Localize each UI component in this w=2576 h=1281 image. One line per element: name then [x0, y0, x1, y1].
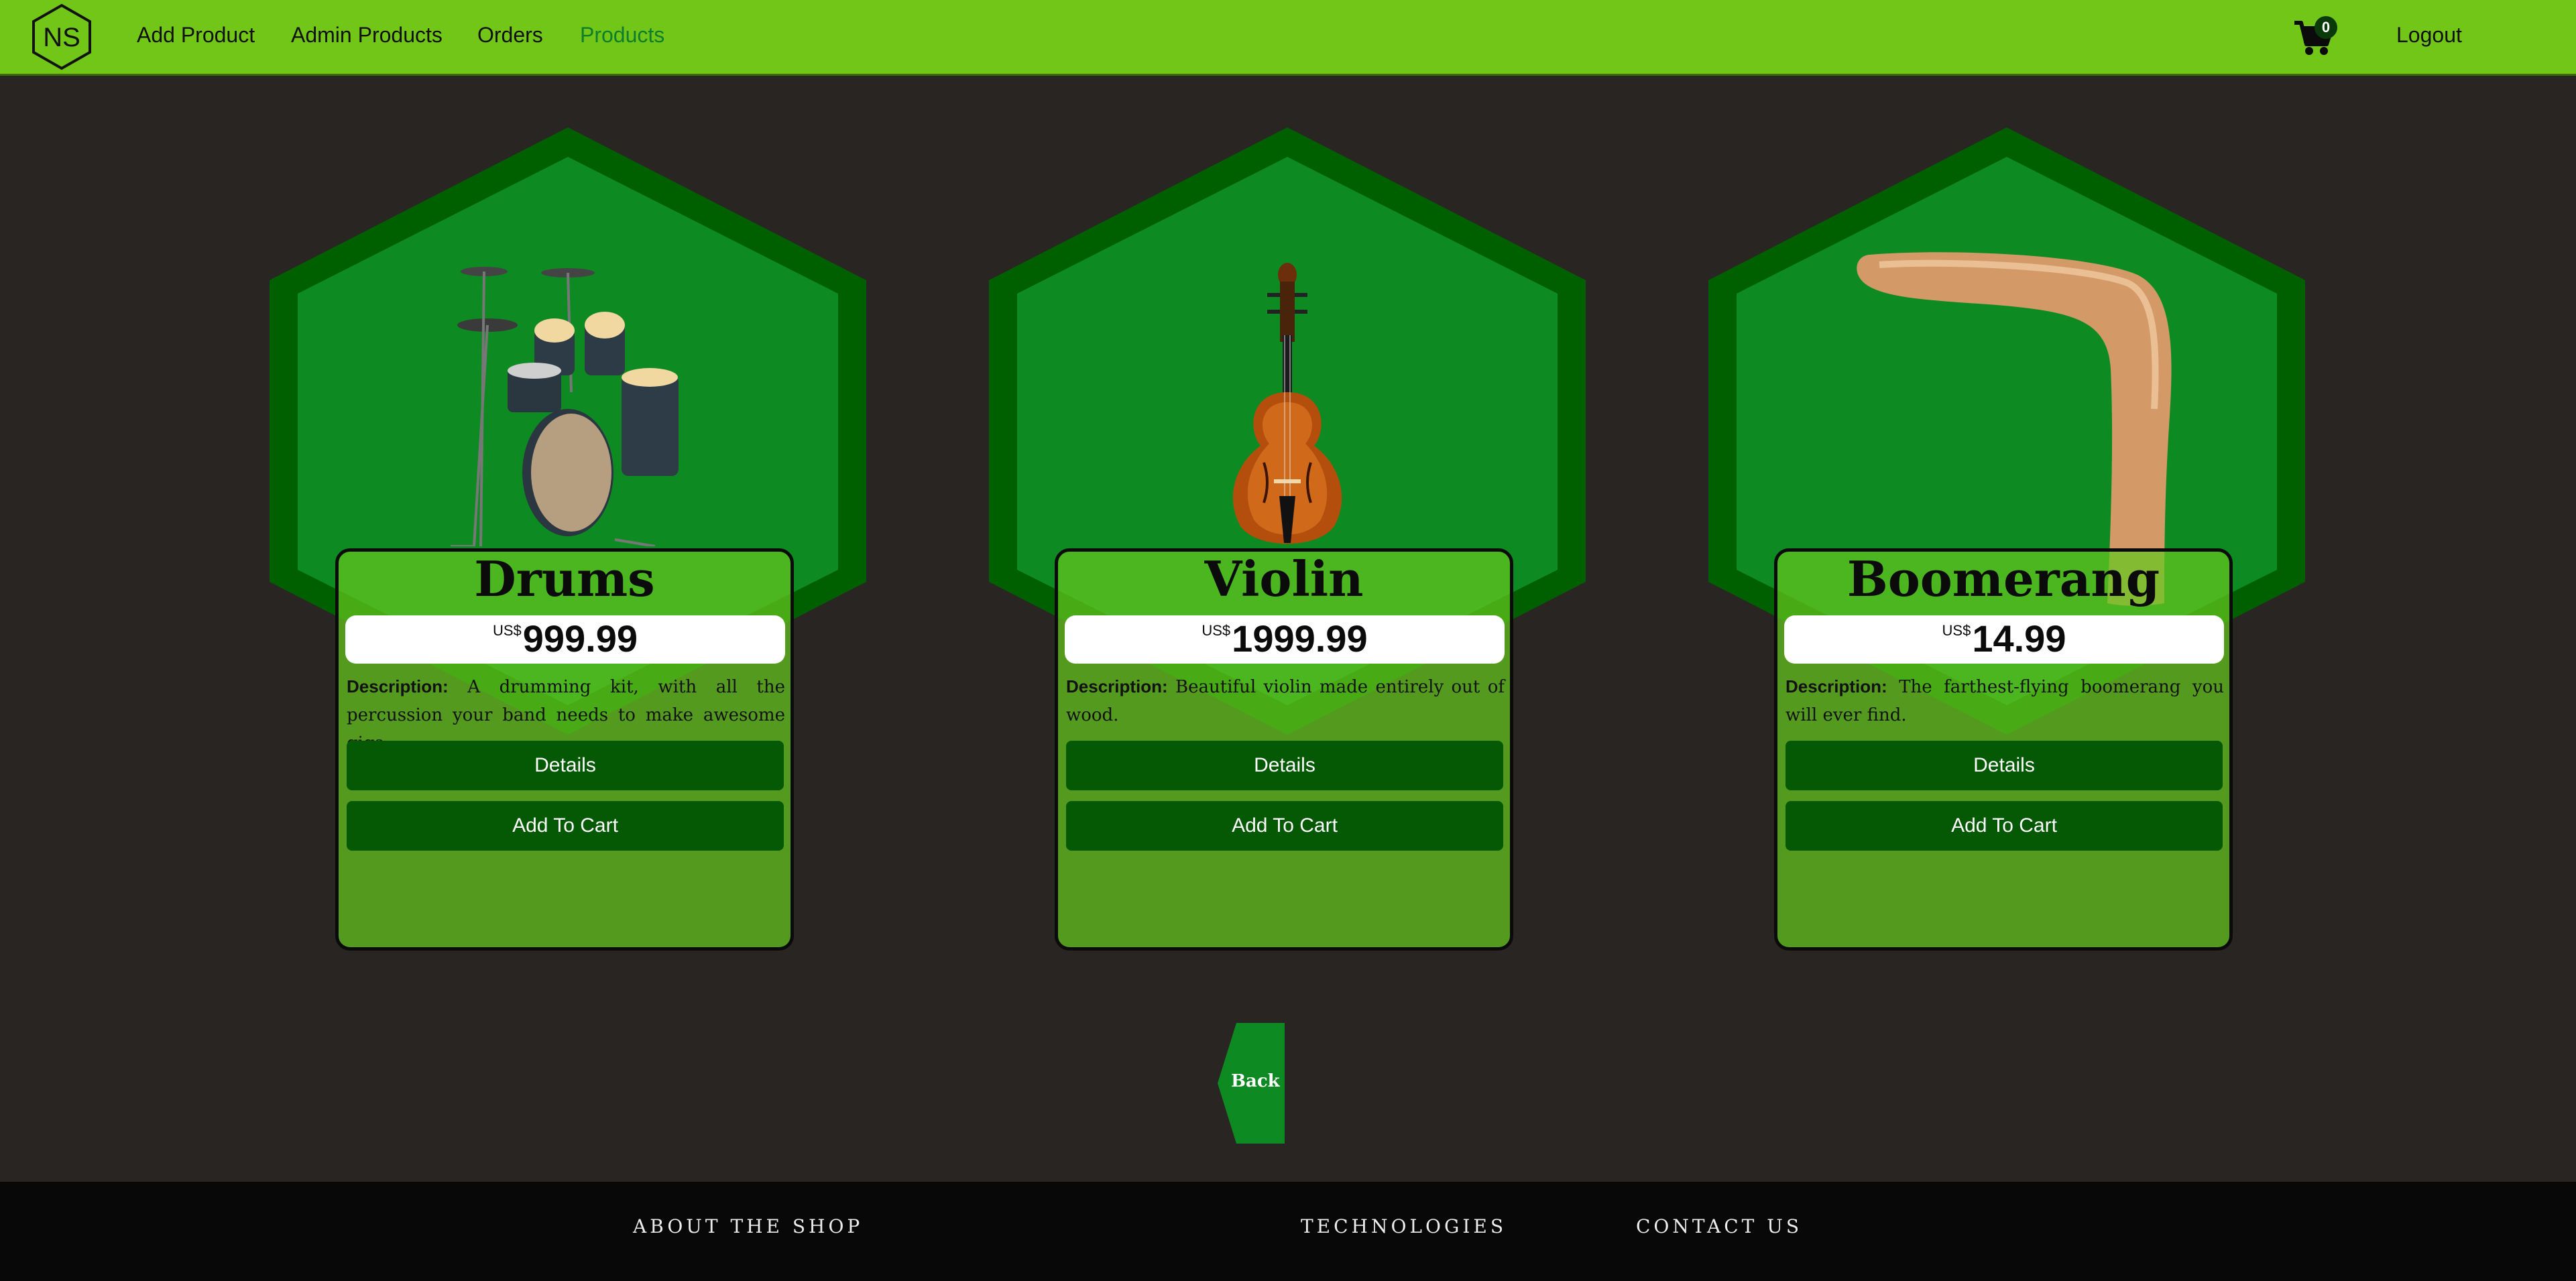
navbar: NS Add Product Admin Products Orders Pro…: [0, 0, 2576, 76]
violin-image: [1232, 263, 1342, 544]
details-button[interactable]: Details: [1785, 741, 2223, 790]
footer-technologies-link[interactable]: TECHNOLOGIES: [1301, 1215, 1507, 1237]
product-card-drums: Drums US$ 999.99 Description: A drumming…: [270, 127, 866, 959]
add-to-cart-button[interactable]: Add To Cart: [347, 801, 784, 851]
details-button[interactable]: Details: [347, 741, 784, 790]
product-info-card: Drums US$ 999.99 Description: A drumming…: [335, 548, 794, 951]
product-info-card: Boomerang US$ 14.99 Description: The far…: [1774, 548, 2233, 951]
price-amount: 14.99: [1972, 617, 2066, 660]
logout-link[interactable]: Logout: [2396, 23, 2462, 48]
product-title: Boomerang: [1847, 550, 2160, 607]
details-button[interactable]: Details: [1066, 741, 1503, 790]
footer-contact-link[interactable]: CONTACT US: [1636, 1215, 1802, 1237]
footer-about-link[interactable]: ABOUT THE SHOP: [633, 1215, 863, 1237]
product-description: Description: Beautiful violin made entir…: [1066, 672, 1505, 729]
back-label[interactable]: Back: [1231, 1071, 1280, 1091]
nav-admin-products[interactable]: Admin Products: [291, 23, 443, 48]
price-amount: 999.99: [522, 617, 638, 660]
currency-label: US$: [492, 622, 522, 639]
ns-logo[interactable]: NS: [30, 3, 94, 70]
product-info-card: Violin US$ 1999.99 Description: Beautifu…: [1055, 548, 1513, 951]
product-card-boomerang: Boomerang US$ 14.99 Description: The far…: [1708, 127, 2305, 959]
add-to-cart-button[interactable]: Add To Cart: [1785, 801, 2223, 851]
price-box: US$ 14.99: [1784, 615, 2224, 664]
product-title: Violin: [1204, 550, 1364, 607]
price-amount: 1999.99: [1232, 617, 1368, 660]
currency-label: US$: [1942, 622, 1971, 639]
product-title: Drums: [474, 550, 655, 607]
nav-products[interactable]: Products: [580, 23, 664, 48]
description-label: Description:: [1785, 676, 1887, 696]
cart-count-badge: 0: [2315, 16, 2337, 39]
add-to-cart-button[interactable]: Add To Cart: [1066, 801, 1503, 851]
nav-orders[interactable]: Orders: [477, 23, 543, 48]
product-card-violin: Violin US$ 1999.99 Description: Beautifu…: [989, 127, 1586, 959]
price-box: US$ 999.99: [345, 615, 785, 664]
currency-label: US$: [1202, 622, 1231, 639]
footer: ABOUT THE SHOP TECHNOLOGIES CONTACT US: [0, 1182, 2576, 1281]
drum-kit-image: [451, 267, 679, 546]
description-label: Description:: [347, 676, 449, 696]
description-label: Description:: [1066, 676, 1168, 696]
svg-text:NS: NS: [43, 23, 80, 52]
nav-add-product[interactable]: Add Product: [137, 23, 255, 48]
price-box: US$ 1999.99: [1065, 615, 1505, 664]
product-description: Description: The farthest-flying boomera…: [1785, 672, 2224, 729]
